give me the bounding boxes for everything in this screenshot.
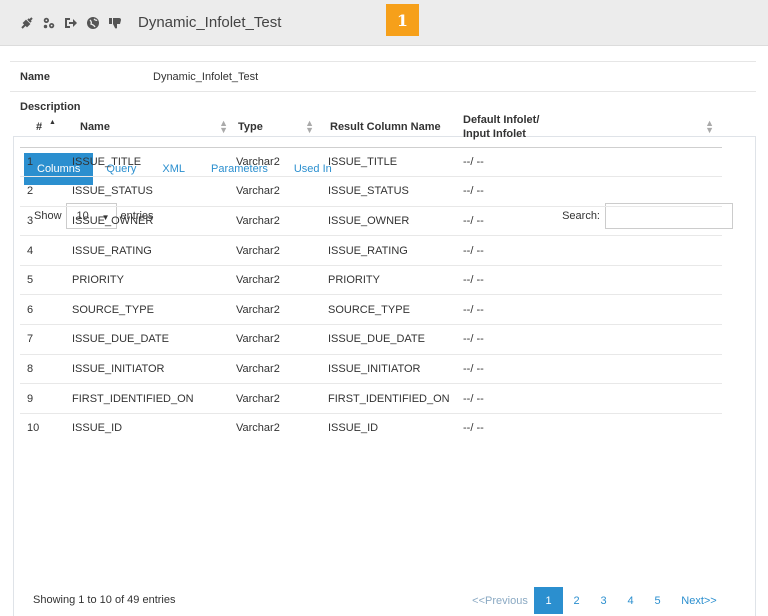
table-row: 9 FIRST_IDENTIFIED_ON Varchar2 FIRST_IDENTI… bbox=[20, 383, 722, 414]
page-title: Dynamic_Infolet_Test bbox=[138, 14, 282, 31]
table-body: 1 ISSUE_TITLE Varchar2 ISSUE_TITLE --/ -- 2 IS… bbox=[20, 147, 722, 443]
page-1-button[interactable]: 1 bbox=[534, 587, 563, 614]
page-3-button[interactable]: 3 bbox=[590, 587, 617, 614]
cell-column-type: Varchar2 bbox=[236, 412, 328, 443]
col-header-number[interactable]: # ▲ bbox=[20, 107, 72, 148]
cell-column-name: ISSUE_TITLE bbox=[72, 155, 142, 168]
cell-row-number: 3 bbox=[20, 205, 72, 236]
table-row: 10 ISSUE_ID Varchar2 ISSUE_ID --/ -- bbox=[20, 412, 722, 443]
name-label: Name bbox=[20, 70, 50, 83]
table-row: 1 ISSUE_TITLE Varchar2 ISSUE_TITLE --/ -- bbox=[20, 147, 722, 177]
cell-column-type: Varchar2 bbox=[236, 383, 328, 414]
next-page-button[interactable]: Next>> bbox=[671, 587, 727, 614]
cell-row-number: 4 bbox=[20, 235, 72, 266]
sort-icon: ▲ ▼ bbox=[705, 118, 714, 135]
cell-column-type: Varchar2 bbox=[236, 155, 280, 168]
cell-column-name: ISSUE_STATUS bbox=[72, 176, 236, 207]
cell-row-number: 1 bbox=[27, 155, 34, 168]
table-row: 8 ISSUE_INITIATOR Varchar2 ISSUE_INITIATOR -… bbox=[20, 353, 722, 384]
cell-row-number: 9 bbox=[20, 383, 72, 414]
col-header-type[interactable]: Type ▲ ▼ bbox=[236, 107, 328, 148]
toolbar: Dynamic_Infolet_Test bbox=[0, 0, 768, 46]
cell-column-name: SOURCE_TYPE bbox=[72, 294, 236, 325]
cell-result-column-name: ISSUE_OWNER bbox=[328, 205, 463, 236]
cell-column-type: Varchar2 bbox=[236, 235, 328, 266]
cell-result-column-name: ISSUE_TITLE bbox=[328, 155, 398, 168]
sort-asc-icon: ▲ bbox=[49, 119, 56, 126]
cell-default-infolet: --/ -- bbox=[463, 155, 484, 168]
cell-column-type: Varchar2 bbox=[236, 353, 328, 384]
cell-row-number: 2 bbox=[20, 176, 72, 207]
columns-table: # ▲ Name ▲ ▼ Type ▲ ▼ Result Column Name Defa… bbox=[20, 107, 722, 443]
network-icon[interactable] bbox=[42, 16, 56, 30]
page-4-button[interactable]: 4 bbox=[617, 587, 644, 614]
callout-1: 1 bbox=[386, 4, 419, 36]
cell-row-number: 5 bbox=[20, 264, 72, 295]
table-row: 5 PRIORITY Varchar2 PRIORITY --/ -- bbox=[20, 264, 722, 295]
globe-icon[interactable] bbox=[86, 16, 100, 30]
cell-default-infolet: --/ -- bbox=[463, 264, 722, 295]
cell-result-column-name: ISSUE_DUE_DATE bbox=[328, 324, 463, 355]
thumbs-down-icon[interactable] bbox=[108, 16, 122, 30]
cell-column-type: Varchar2 bbox=[236, 294, 328, 325]
page-2-button[interactable]: 2 bbox=[563, 587, 590, 614]
cell-result-column-name: ISSUE_STATUS bbox=[328, 176, 463, 207]
cell-column-type: Varchar2 bbox=[236, 176, 328, 207]
sort-icon: ▲ ▼ bbox=[305, 118, 314, 135]
cell-column-type: Varchar2 bbox=[236, 264, 328, 295]
page-5-button[interactable]: 5 bbox=[644, 587, 671, 614]
cell-row-number: 10 bbox=[20, 412, 72, 443]
col-header-default-infolet[interactable]: Default Infolet/Input Infolet ▲ ▼ bbox=[463, 107, 722, 148]
cell-column-name: ISSUE_OWNER bbox=[72, 205, 236, 236]
cell-column-type: Varchar2 bbox=[236, 324, 328, 355]
cell-result-column-name: FIRST_IDENTIFIED_ON bbox=[328, 383, 463, 414]
table-header-row: # ▲ Name ▲ ▼ Type ▲ ▼ Result Column Name Defa… bbox=[20, 107, 722, 148]
sort-icon: ▲ ▼ bbox=[219, 118, 228, 135]
cell-row-number: 8 bbox=[20, 353, 72, 384]
table-row: 7 ISSUE_DUE_DATE Varchar2 ISSUE_DUE_DATE --/… bbox=[20, 324, 722, 355]
cell-result-column-name: ISSUE_RATING bbox=[328, 235, 463, 266]
pagination: <<Previous 1 2 3 4 5 Next>> bbox=[466, 587, 727, 614]
cell-default-infolet: --/ -- bbox=[463, 176, 722, 207]
name-row: Name Dynamic_Infolet_Test bbox=[10, 61, 756, 91]
previous-page-button[interactable]: <<Previous bbox=[466, 587, 534, 614]
table-row: 2 ISSUE_STATUS Varchar2 ISSUE_STATUS --/ -- bbox=[20, 176, 722, 207]
cell-column-name: ISSUE_RATING bbox=[72, 235, 236, 266]
cell-row-number: 6 bbox=[20, 294, 72, 325]
table-info: Showing 1 to 10 of 49 entries bbox=[33, 594, 176, 606]
col-header-default-infolet-label: Default Infolet/Input Infolet bbox=[463, 113, 540, 140]
plug-icon[interactable] bbox=[20, 16, 34, 30]
col-header-result-column-name[interactable]: Result Column Name bbox=[328, 107, 463, 148]
cell-default-infolet: --/ -- bbox=[463, 294, 722, 325]
cell-default-infolet: --/ -- bbox=[463, 412, 722, 443]
toolbar-icons bbox=[20, 16, 122, 30]
cell-column-name: ISSUE_DUE_DATE bbox=[72, 324, 236, 355]
cell-column-type: Varchar2 bbox=[236, 205, 328, 236]
cell-column-name: FIRST_IDENTIFIED_ON bbox=[72, 383, 236, 414]
cell-column-name: PRIORITY bbox=[72, 264, 236, 295]
cell-default-infolet: --/ -- bbox=[463, 235, 722, 266]
name-value: Dynamic_Infolet_Test bbox=[153, 70, 259, 83]
col-header-name[interactable]: Name ▲ ▼ bbox=[72, 107, 236, 148]
cell-column-name: ISSUE_INITIATOR bbox=[72, 353, 236, 384]
cell-default-infolet: --/ -- bbox=[463, 205, 722, 236]
table-row: 3 ISSUE_OWNER Varchar2 ISSUE_OWNER --/ -- bbox=[20, 205, 722, 236]
cell-default-infolet: --/ -- bbox=[463, 383, 722, 414]
cell-result-column-name: SOURCE_TYPE bbox=[328, 294, 463, 325]
cell-result-column-name: ISSUE_ID bbox=[328, 412, 463, 443]
cell-row-number: 7 bbox=[20, 324, 72, 355]
cell-result-column-name: ISSUE_INITIATOR bbox=[328, 353, 463, 384]
cell-default-infolet: --/ -- bbox=[463, 324, 722, 355]
cell-result-column-name: PRIORITY bbox=[328, 264, 463, 295]
table-row: 4 ISSUE_RATING Varchar2 ISSUE_RATING --/ -- bbox=[20, 235, 722, 266]
table-row: 6 SOURCE_TYPE Varchar2 SOURCE_TYPE --/ -- bbox=[20, 294, 722, 325]
cell-column-name: ISSUE_ID bbox=[72, 412, 236, 443]
cell-default-infolet: --/ -- bbox=[463, 353, 722, 384]
export-icon[interactable] bbox=[64, 16, 78, 30]
